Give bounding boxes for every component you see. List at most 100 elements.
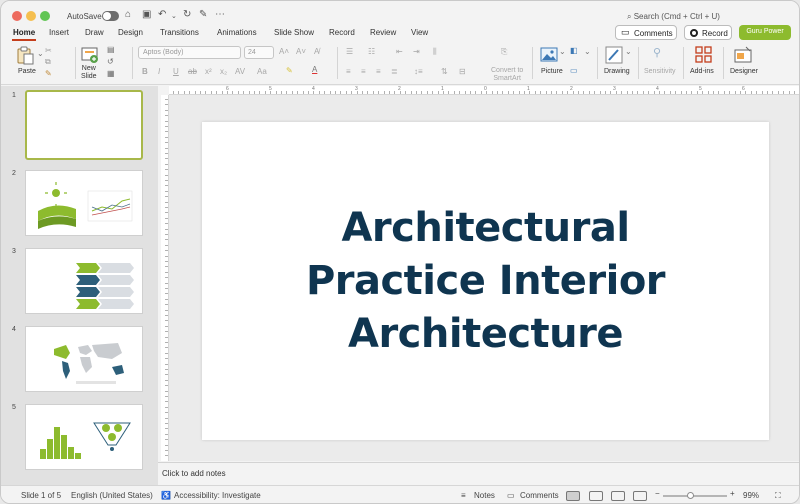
record-button[interactable]: Record (684, 25, 732, 40)
align-left-icon[interactable]: ≡ (346, 67, 351, 76)
align-center-icon[interactable]: ≡ (361, 67, 366, 76)
slide-thumbnail-3[interactable] (25, 248, 143, 314)
guru-power-button[interactable]: Guru Power (739, 25, 791, 40)
redo-icon[interactable]: ↻ (183, 9, 191, 21)
char-spacing-icon[interactable]: AV (235, 67, 245, 76)
fit-slide-icon[interactable]: ⛶ (775, 491, 781, 501)
clear-format-icon[interactable]: A̸ (314, 47, 319, 56)
accessibility-status[interactable]: Accessibility: Investigate (174, 491, 261, 500)
decrease-font-icon[interactable]: A˅ (296, 47, 306, 56)
ruler-tick (405, 91, 407, 94)
change-case-icon[interactable]: Aa (257, 67, 267, 76)
font-name-dropdown[interactable]: Aptos (Body) (138, 46, 241, 59)
zoom-window-button[interactable] (40, 11, 50, 21)
copy-icon[interactable]: ⧉ (45, 57, 51, 67)
format-painter-icon[interactable]: ✎ (45, 69, 52, 78)
zoom-out-icon[interactable]: − (655, 489, 660, 498)
reset-icon[interactable]: ↺ (107, 57, 114, 66)
comments-button[interactable]: ▭ Comments (615, 25, 677, 40)
close-window-button[interactable] (12, 11, 22, 21)
paste-icon[interactable] (15, 46, 35, 66)
home-icon[interactable]: ⌂ (125, 9, 131, 21)
tab-record[interactable]: Record (329, 28, 355, 37)
underline-icon[interactable]: U (173, 67, 179, 76)
smartart-icon[interactable]: ⎘ (501, 47, 507, 57)
italic-icon[interactable]: I (158, 67, 160, 76)
zoom-level[interactable]: 99% (743, 491, 759, 500)
search-field[interactable]: ⌕ Search (Cmd + Ctrl + U) (627, 12, 720, 22)
tab-draw[interactable]: Draw (85, 28, 104, 37)
text-direction-icon[interactable]: ⇅ (441, 67, 448, 76)
line-spacing-icon[interactable]: ↕≡ (414, 67, 423, 76)
shapes-icon[interactable]: ◧ (570, 46, 578, 55)
ruler-tick (389, 91, 390, 94)
slide-thumbnail-5[interactable] (25, 404, 143, 470)
save-icon[interactable]: ▣ (142, 9, 151, 21)
slide-thumbnails-pane[interactable]: 1 2 3 4 5 (1, 86, 158, 486)
reading-view-icon[interactable] (611, 491, 625, 501)
increase-indent-icon[interactable]: ⇥ (413, 47, 420, 56)
drawing-dropdown-icon[interactable]: ⌄ (625, 47, 632, 56)
add-ins-icon[interactable] (695, 46, 712, 63)
sensitivity-icon[interactable]: ⚲ (653, 46, 661, 59)
slide-thumbnail-4[interactable] (25, 326, 143, 392)
subscript-icon[interactable]: x₂ (220, 67, 227, 76)
drawing-icon[interactable] (605, 46, 623, 64)
autosave-toggle[interactable] (102, 11, 119, 21)
tab-view[interactable]: View (411, 28, 428, 37)
align-right-icon[interactable]: ≡ (376, 67, 381, 76)
section-icon[interactable]: ▦ (107, 69, 115, 78)
picture-dropdown-icon[interactable]: ⌄ (559, 47, 566, 56)
notes-toggle[interactable]: Notes (474, 491, 495, 500)
font-size-dropdown[interactable]: 24 (244, 46, 274, 59)
numbering-icon[interactable]: ☷ (368, 47, 375, 56)
layout-icon[interactable]: ▤ (107, 45, 115, 54)
textbox-icon[interactable]: ▭ (570, 66, 578, 75)
tab-slide-show[interactable]: Slide Show (274, 28, 314, 37)
cut-icon[interactable]: ✂ (45, 46, 52, 55)
shapes-dropdown-icon[interactable]: ⌄ (584, 47, 591, 56)
tab-transitions[interactable]: Transitions (160, 28, 199, 37)
bold-icon[interactable]: B (142, 67, 148, 76)
tab-review[interactable]: Review (370, 28, 396, 37)
language-indicator[interactable]: English (United States) (71, 491, 153, 500)
slide-thumbnail-2[interactable] (25, 170, 143, 236)
designer-icon[interactable] (734, 46, 752, 63)
bullets-icon[interactable]: ☰ (346, 47, 353, 56)
zoom-in-icon[interactable]: + (730, 489, 735, 498)
increase-font-icon[interactable]: A˄ (279, 47, 289, 56)
slide-title-text[interactable]: Architectural Practice Interior Architec… (202, 202, 769, 361)
notes-pane[interactable]: Click to add notes (158, 462, 799, 484)
minimize-window-button[interactable] (26, 11, 36, 21)
normal-view-icon[interactable] (566, 491, 580, 501)
align-text-icon[interactable]: ⊟ (459, 67, 466, 76)
more-icon[interactable]: ⋯ (215, 9, 225, 21)
slide-show-view-icon[interactable] (633, 491, 647, 501)
tab-animations[interactable]: Animations (217, 28, 257, 37)
customize-icon[interactable]: ✎ (199, 9, 207, 21)
columns-icon[interactable]: ⫼ (433, 47, 437, 57)
tab-home[interactable]: Home (11, 28, 37, 41)
paste-dropdown-icon[interactable]: ⌄ (37, 49, 44, 58)
current-slide[interactable]: Architectural Practice Interior Architec… (202, 122, 769, 440)
font-color-icon[interactable]: A (312, 65, 317, 74)
zoom-slider-handle[interactable] (687, 492, 694, 499)
tab-design[interactable]: Design (118, 28, 143, 37)
comments-toggle[interactable]: Comments (520, 491, 559, 500)
tab-insert[interactable]: Insert (49, 28, 69, 37)
picture-icon[interactable] (540, 47, 558, 62)
new-slide-icon[interactable] (81, 46, 99, 63)
highlight-icon[interactable]: ✎ (286, 66, 293, 75)
strikethrough-icon[interactable]: ab (188, 67, 197, 76)
powerpoint-window: AutoSave ⌂ ▣ ↶ ⌄ ↻ ✎ ⋯ ⌕ Search (Cmd + C… (0, 0, 800, 504)
superscript-icon[interactable]: x² (205, 67, 212, 76)
undo-icon[interactable]: ↶ (158, 9, 166, 21)
decrease-indent-icon[interactable]: ⇤ (396, 47, 403, 56)
horizontal-ruler[interactable]: 6543210123456 (169, 86, 799, 95)
zoom-slider-track[interactable] (663, 495, 727, 497)
justify-icon[interactable]: ≣ (391, 67, 398, 76)
slide-thumbnail-1[interactable] (25, 90, 143, 160)
slide-sorter-view-icon[interactable] (589, 491, 603, 501)
undo-dropdown-icon[interactable]: ⌄ (171, 11, 177, 23)
vertical-ruler[interactable] (161, 95, 169, 461)
